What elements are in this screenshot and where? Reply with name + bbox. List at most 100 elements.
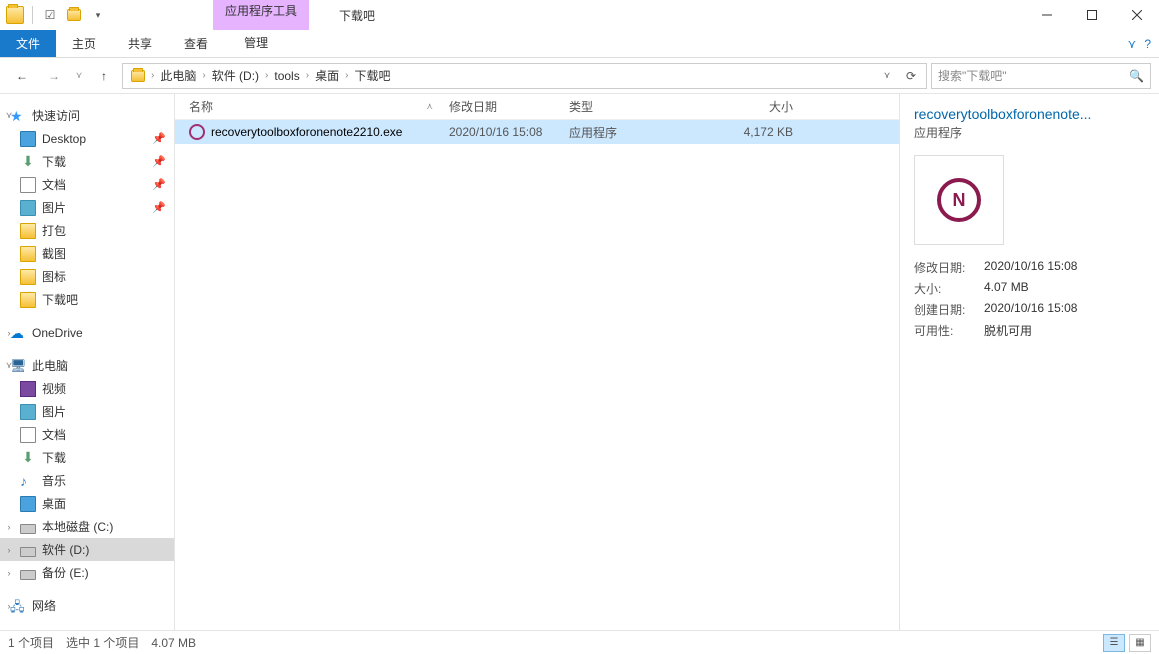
meta-key: 大小:	[914, 280, 974, 297]
sidebar-item-folder[interactable]: 截图	[0, 242, 174, 265]
sidebar-item-label: 此电脑	[32, 357, 68, 374]
up-button[interactable]: ↑	[90, 62, 118, 90]
desktop-icon	[20, 131, 36, 147]
sidebar-item-documents[interactable]: 文档📌	[0, 173, 174, 196]
drive-icon	[20, 524, 36, 534]
crumb-tools[interactable]: tools	[270, 67, 303, 85]
qat-separator	[32, 6, 33, 24]
sidebar-thispc[interactable]: ⋎ 🖥 此电脑	[0, 354, 174, 377]
sidebar-item-drive-e[interactable]: › 备份 (E:)	[0, 561, 174, 584]
sidebar-item-folder[interactable]: 打包	[0, 219, 174, 242]
search-placeholder: 搜索"下载吧"	[938, 67, 1123, 84]
help-icon[interactable]: ?	[1144, 37, 1151, 51]
pin-icon: 📌	[152, 201, 166, 214]
chevron-right-icon[interactable]: ›	[4, 601, 14, 611]
sidebar-item-downloads[interactable]: ⬇下载📌	[0, 150, 174, 173]
location-icon	[127, 65, 149, 87]
download-icon: ⬇	[20, 450, 36, 466]
address-bar[interactable]: › 此电脑 › 软件 (D:) › tools › 桌面 › 下载吧 ⋎ ⟳	[122, 63, 927, 89]
recent-dropdown-icon[interactable]: ⋎	[72, 62, 86, 90]
col-name[interactable]: 名称⋏	[181, 98, 441, 115]
sidebar-item-desktop[interactable]: Desktop📌	[0, 127, 174, 150]
chevron-right-icon[interactable]: ›	[4, 568, 14, 578]
download-icon: ⬇	[20, 154, 36, 170]
ribbon-expand-icon[interactable]: ⋎	[1128, 37, 1137, 51]
sidebar-item-downloads[interactable]: ⬇下载	[0, 446, 174, 469]
forward-button[interactable]: →	[40, 62, 68, 90]
sidebar-item-folder[interactable]: 下载吧	[0, 288, 174, 311]
qat-properties-icon[interactable]: ☑	[39, 4, 61, 26]
folder-icon	[20, 246, 36, 262]
chevron-right-icon[interactable]: ›	[306, 70, 309, 81]
drive-icon	[20, 570, 36, 580]
sidebar-item-drive-d[interactable]: ›软件 (D:)	[0, 538, 174, 561]
view-thumbnails-button[interactable]: ▦	[1129, 634, 1151, 652]
address-dropdown-icon[interactable]: ⋎	[876, 65, 898, 87]
sidebar-onedrive[interactable]: › ☁ OneDrive	[0, 321, 174, 344]
minimize-button[interactable]	[1024, 0, 1069, 30]
meta-value: 4.07 MB	[984, 280, 1145, 297]
picture-icon	[20, 404, 36, 420]
sidebar-item-label: 视频	[42, 380, 66, 397]
tab-file[interactable]: 文件	[0, 30, 56, 57]
meta-value: 2020/10/16 15:08	[984, 259, 1145, 276]
search-input[interactable]: 搜索"下载吧" 🔍	[931, 63, 1151, 89]
chevron-right-icon[interactable]: ›	[4, 328, 14, 338]
sidebar-item-label: 下载吧	[42, 291, 78, 308]
sidebar-item-label: 文档	[42, 176, 66, 193]
picture-icon	[20, 200, 36, 216]
refresh-icon[interactable]: ⟳	[900, 65, 922, 87]
col-size[interactable]: 大小	[681, 98, 801, 115]
drive-icon	[20, 547, 36, 557]
tab-view[interactable]: 查看	[168, 30, 224, 57]
qat-newfolder-icon[interactable]	[63, 4, 85, 26]
sidebar-item-folder[interactable]: 图标	[0, 265, 174, 288]
details-filename: recoverytoolboxforonenote...	[914, 106, 1145, 122]
maximize-button[interactable]	[1069, 0, 1114, 30]
crumb-desktop[interactable]: 桌面	[311, 65, 343, 86]
back-button[interactable]: ←	[8, 62, 36, 90]
sidebar-item-drive-c[interactable]: ›本地磁盘 (C:)	[0, 515, 174, 538]
qat-customize-icon[interactable]: ▾	[87, 4, 109, 26]
chevron-down-icon[interactable]: ⋎	[4, 360, 14, 371]
sidebar-item-music[interactable]: ♪音乐	[0, 469, 174, 492]
sidebar-item-label: 打包	[42, 222, 66, 239]
tab-share[interactable]: 共享	[112, 30, 168, 57]
search-icon: 🔍	[1129, 69, 1144, 83]
sidebar-item-pictures[interactable]: 图片 📌	[0, 196, 174, 219]
sidebar-item-label: 备份 (E:)	[42, 564, 89, 581]
col-date[interactable]: 修改日期	[441, 98, 561, 115]
crumb-current[interactable]: 下载吧	[350, 65, 394, 86]
sidebar-quick-access[interactable]: ⋎ ★ 快速访问	[0, 104, 174, 127]
col-type[interactable]: 类型	[561, 98, 681, 115]
crumb-drive[interactable]: 软件 (D:)	[208, 65, 263, 86]
chevron-right-icon[interactable]: ›	[4, 522, 14, 532]
view-details-button[interactable]: ☰	[1103, 634, 1125, 652]
file-name-cell: recoverytoolboxforonenote2210.exe	[181, 124, 441, 140]
navbar: ← → ⋎ ↑ › 此电脑 › 软件 (D:) › tools › 桌面 › 下…	[0, 58, 1159, 94]
file-type-cell: 应用程序	[561, 124, 681, 141]
sidebar-network[interactable]: › 🖧 网络	[0, 594, 174, 617]
navigation-sidebar[interactable]: ⋎ ★ 快速访问 Desktop📌 ⬇下载📌 文档📌 图片📌 打包 截图 图标 …	[0, 94, 175, 630]
sidebar-item-videos[interactable]: 视频	[0, 377, 174, 400]
meta-key: 可用性:	[914, 322, 974, 339]
chevron-right-icon[interactable]: ›	[265, 70, 268, 81]
chevron-right-icon[interactable]: ›	[4, 545, 14, 555]
chevron-right-icon[interactable]: ›	[345, 70, 348, 81]
tab-manage[interactable]: 管理	[228, 30, 284, 57]
chevron-down-icon[interactable]: ⋎	[4, 110, 14, 121]
sidebar-item-label: 图片	[42, 199, 66, 216]
sidebar-item-pictures[interactable]: 图片	[0, 400, 174, 423]
chevron-right-icon[interactable]: ›	[202, 70, 205, 81]
tab-home[interactable]: 主页	[56, 30, 112, 57]
file-row[interactable]: recoverytoolboxforonenote2210.exe 2020/1…	[175, 120, 899, 144]
quick-access-toolbar: ☑ ▾	[0, 0, 113, 30]
sidebar-item-documents[interactable]: 文档	[0, 423, 174, 446]
close-button[interactable]	[1114, 0, 1159, 30]
status-bar: 1 个项目 选中 1 个项目 4.07 MB ☰ ▦	[0, 630, 1159, 654]
crumb-thispc[interactable]: 此电脑	[156, 65, 200, 86]
sidebar-item-label: 图标	[42, 268, 66, 285]
chevron-right-icon[interactable]: ›	[151, 70, 154, 81]
sidebar-item-desktop[interactable]: 桌面	[0, 492, 174, 515]
file-list[interactable]: 名称⋏ 修改日期 类型 大小 recoverytoolboxforonenote…	[175, 94, 899, 630]
